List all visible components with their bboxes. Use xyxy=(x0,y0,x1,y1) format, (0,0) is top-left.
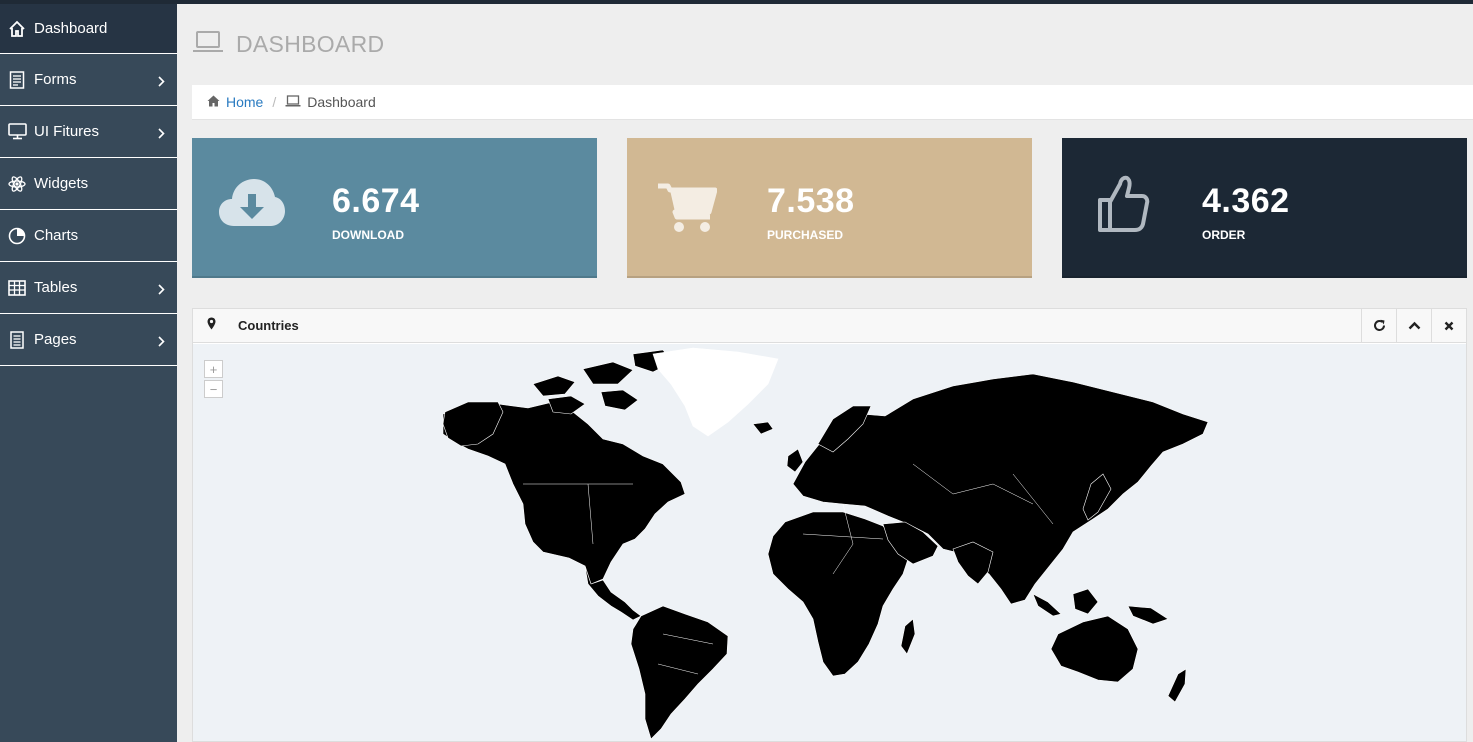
breadcrumb-separator: / xyxy=(272,94,277,110)
sidebar-item-label: UI Fitures xyxy=(34,123,100,140)
chevron-right-icon xyxy=(158,74,165,91)
chevron-right-icon xyxy=(158,126,165,143)
stat-label: DOWNLOAD xyxy=(332,228,404,242)
zoom-out-button[interactable]: − xyxy=(204,380,223,398)
uk-shape xyxy=(786,448,804,473)
sumatra-shape xyxy=(1032,593,1062,617)
world-map-shapes xyxy=(442,347,1209,740)
sidebar-item-label: Pages xyxy=(34,331,77,348)
sidebar-item-label: Forms xyxy=(34,71,77,88)
stat-label: PURCHASED xyxy=(767,228,844,242)
map-marker-icon xyxy=(207,317,216,335)
atom-icon xyxy=(7,174,27,194)
world-map[interactable]: + − xyxy=(193,344,1466,741)
stat-card-order: 4.362 ORDER xyxy=(1062,138,1467,278)
sidebar-item-tables[interactable]: Tables xyxy=(0,262,177,314)
sidebar-item-forms[interactable]: Forms xyxy=(0,54,177,106)
sidebar-item-ui-fitures[interactable]: UI Fitures xyxy=(0,106,177,158)
pie-chart-icon xyxy=(7,226,27,246)
laptop-icon xyxy=(192,30,224,59)
madagascar-shape xyxy=(900,618,916,655)
stat-value: 6.674 xyxy=(332,182,420,220)
cart-icon xyxy=(657,182,718,239)
arctic-island-shape xyxy=(600,389,639,411)
new-zealand-shape xyxy=(1167,668,1187,703)
chevron-right-icon xyxy=(158,282,165,299)
breadcrumb: Home / Dashboard xyxy=(192,85,1473,120)
sidebar-item-label: Dashboard xyxy=(34,20,108,37)
stat-label: ORDER xyxy=(1202,228,1246,242)
sidebar-item-charts[interactable]: Charts xyxy=(0,210,177,262)
refresh-button[interactable] xyxy=(1361,309,1396,342)
content-gutter xyxy=(177,4,192,742)
refresh-icon xyxy=(1373,319,1385,331)
iceland-shape xyxy=(752,421,774,435)
arctic-island-shape xyxy=(532,375,576,397)
countries-panel: Countries + − xyxy=(192,308,1467,742)
panel-header: Countries xyxy=(193,309,1466,343)
stat-card-download: 6.674 DOWNLOAD xyxy=(192,138,597,278)
thumbs-up-icon xyxy=(1094,174,1150,239)
panel-tools xyxy=(1361,309,1466,342)
sidebar-item-label: Tables xyxy=(34,279,78,296)
page-title: DASHBOARD xyxy=(236,30,385,57)
stat-value: 4.362 xyxy=(1202,182,1290,220)
pages-icon xyxy=(7,330,27,350)
arctic-island-shape xyxy=(582,361,634,385)
breadcrumb-current: Dashboard xyxy=(307,94,376,110)
sidebar-item-widgets[interactable]: Widgets xyxy=(0,158,177,210)
top-bar xyxy=(0,0,1473,4)
chevron-right-icon xyxy=(158,334,165,351)
chevron-up-icon xyxy=(1408,321,1420,330)
home-icon xyxy=(207,94,220,110)
arctic-island-shape xyxy=(547,395,586,415)
page-header: DASHBOARD xyxy=(192,28,384,60)
panel-title: Countries xyxy=(238,318,299,333)
breadcrumb-home-link[interactable]: Home xyxy=(226,94,263,110)
close-icon xyxy=(1444,321,1454,330)
sidebar-item-label: Widgets xyxy=(34,175,89,192)
forms-icon xyxy=(7,70,27,90)
sidebar-item-dashboard[interactable]: Dashboard xyxy=(0,4,177,54)
collapse-button[interactable] xyxy=(1396,309,1431,342)
greenland-shape xyxy=(652,347,779,437)
close-button[interactable] xyxy=(1431,309,1466,342)
home-icon xyxy=(7,19,27,39)
stat-value: 7.538 xyxy=(767,182,855,220)
sidebar-item-pages[interactable]: Pages xyxy=(0,314,177,366)
monitor-icon xyxy=(7,122,27,142)
sidebar: Dashboard Forms UI Fitures Widgets Chart… xyxy=(0,4,177,742)
stat-card-purchased: 7.538 PURCHASED xyxy=(627,138,1032,278)
sidebar-item-label: Charts xyxy=(34,227,79,244)
south-america-shape xyxy=(630,605,729,740)
cloud-download-icon xyxy=(218,176,286,235)
zoom-in-button[interactable]: + xyxy=(204,360,223,378)
laptop-icon xyxy=(285,94,301,110)
table-icon xyxy=(7,278,27,298)
australia-shape xyxy=(1050,615,1139,683)
new-guinea-shape xyxy=(1127,605,1169,625)
borneo-shape xyxy=(1072,588,1099,615)
